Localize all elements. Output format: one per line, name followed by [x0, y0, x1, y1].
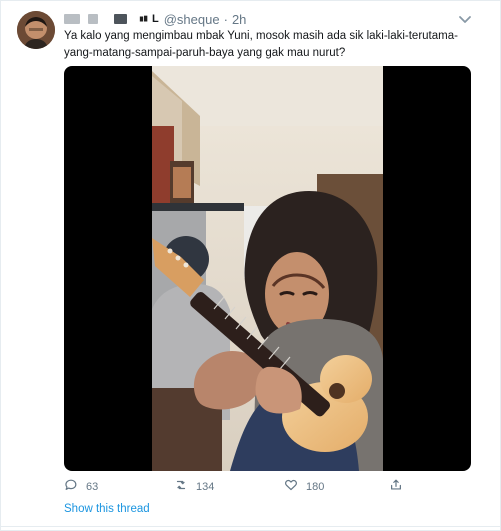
chevron-down-icon[interactable]	[458, 12, 472, 23]
tweet-text: Ya kalo yang mengimbau mbak Yuni, mosok …	[64, 30, 458, 59]
share-icon	[389, 478, 403, 495]
reply-count: 63	[86, 480, 99, 493]
show-thread-link[interactable]: Show this thread	[64, 503, 150, 515]
tweet-actions: 63 134 180	[64, 478, 474, 496]
name-glyph-icon	[139, 14, 149, 24]
heart-icon	[284, 478, 298, 495]
reply-button[interactable]: 63	[64, 478, 98, 495]
retweet-count: 134	[196, 480, 215, 493]
like-button[interactable]: 180	[284, 478, 324, 495]
header-separator: ·	[223, 11, 228, 27]
like-count: 180	[306, 480, 325, 493]
redacted-name-block	[88, 14, 98, 24]
reply-icon	[64, 478, 78, 495]
divider	[0, 526, 501, 527]
tweet-header: L @sheque · 2h	[64, 11, 246, 27]
redacted-name-block	[114, 14, 127, 24]
video-player[interactable]	[64, 66, 471, 471]
video-frame-image	[152, 66, 383, 471]
avatar[interactable]	[17, 11, 55, 49]
retweet-icon	[174, 478, 188, 495]
retweet-button[interactable]: 134	[174, 478, 214, 495]
display-name-suffix[interactable]: L	[152, 13, 159, 25]
tweet-timestamp[interactable]: 2h	[232, 12, 246, 27]
user-handle[interactable]: @sheque	[164, 12, 220, 27]
redacted-name-block	[64, 14, 80, 24]
share-button[interactable]	[389, 478, 403, 495]
